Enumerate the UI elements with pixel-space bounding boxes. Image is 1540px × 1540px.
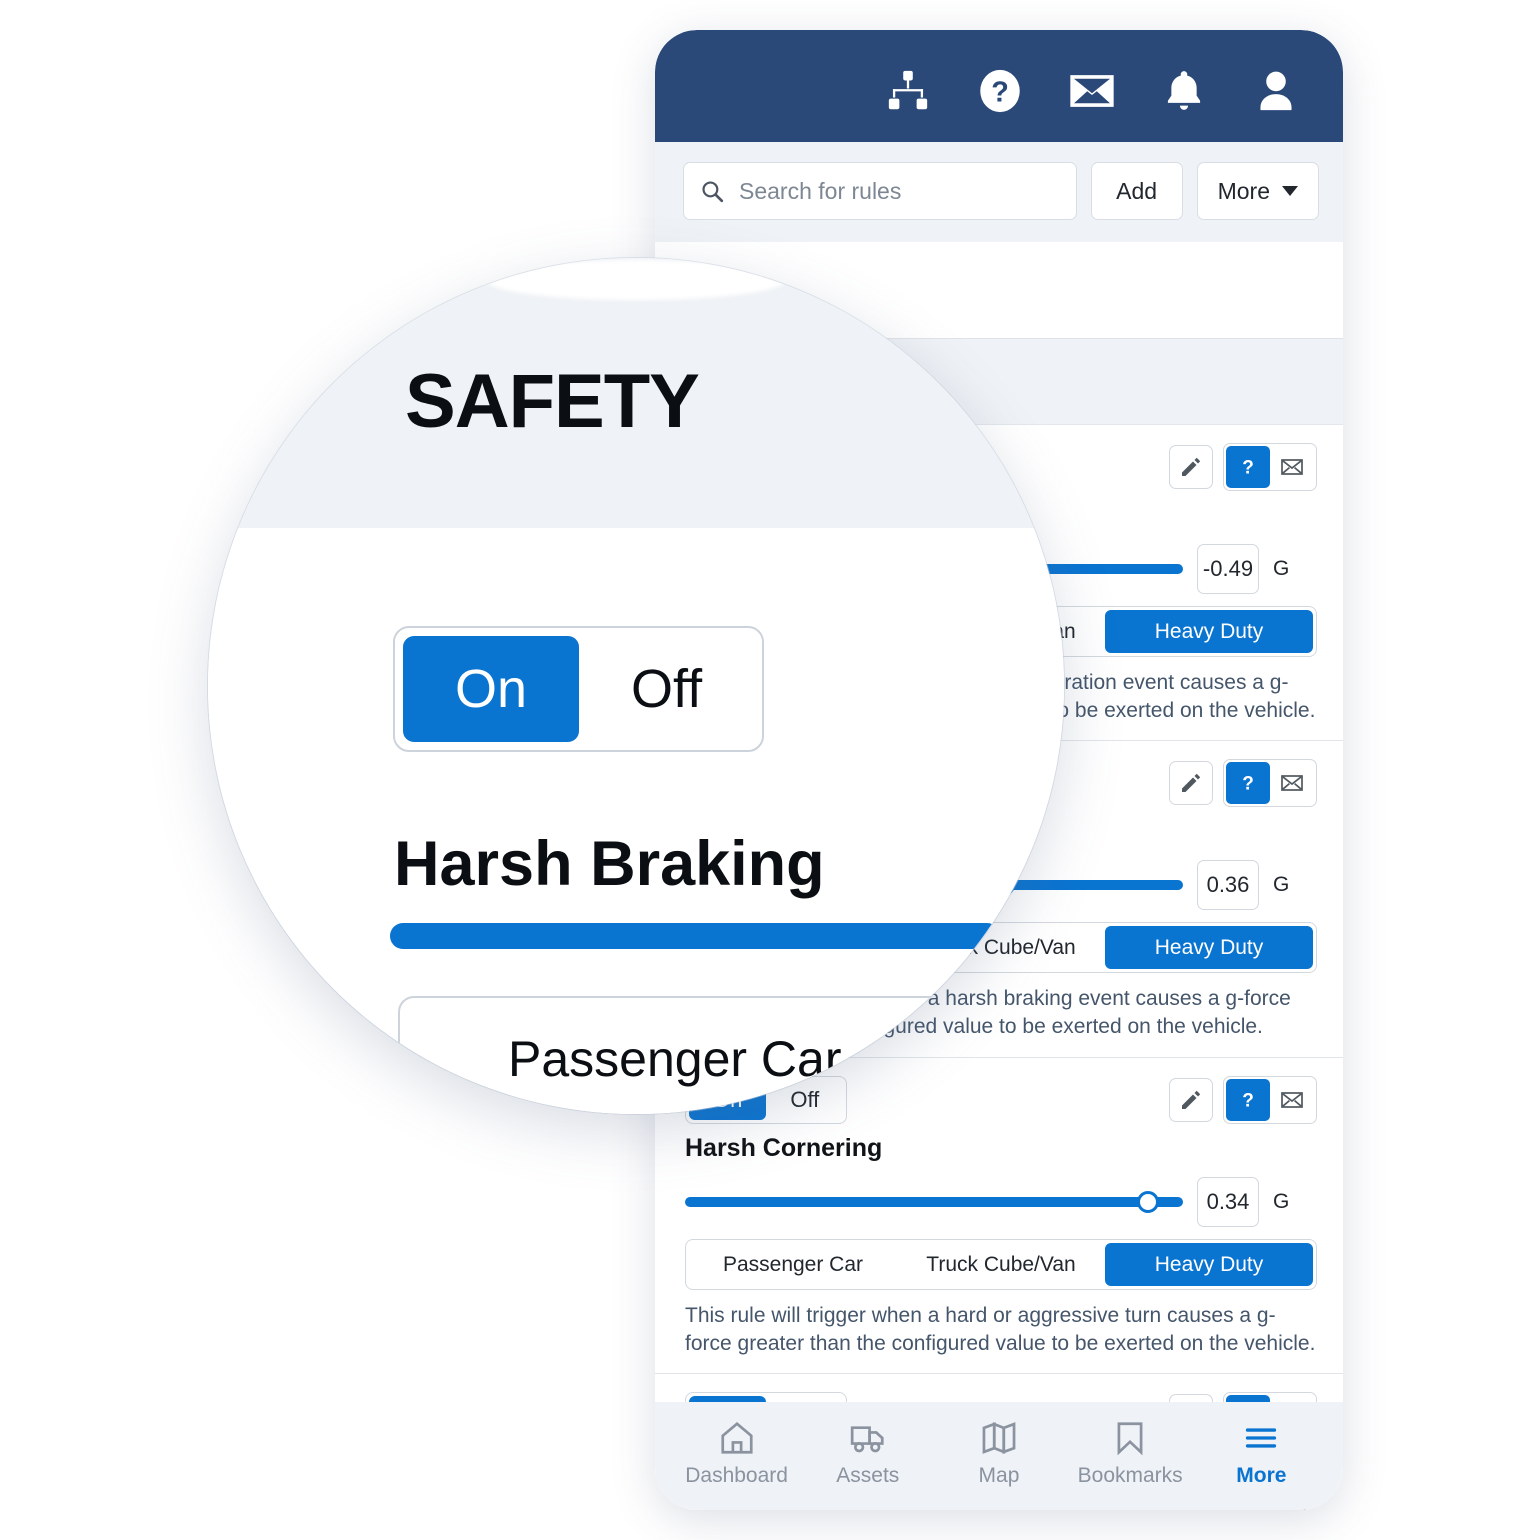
rule-description: This rule will trigger when a hard or ag… [685,1303,1316,1355]
gforce-value[interactable]: 0.34 [1197,1176,1259,1227]
vehicle-tab-heavy-duty[interactable]: Heavy Duty [1105,926,1313,970]
mail-icon [1280,455,1304,479]
gforce-value[interactable]: 0.36 [1197,860,1259,911]
vehicle-tab-truck-cube-van[interactable]: Truck Cube/Van [897,1243,1105,1286]
add-button-label: Add [1116,177,1158,204]
user-icon[interactable] [1253,68,1299,114]
help-icon: ? [1236,455,1260,479]
gforce-unit: G [1273,557,1290,580]
more-button-label: More [1217,177,1270,204]
svg-text:?: ? [1242,458,1254,479]
mail-icon[interactable] [1069,68,1115,114]
edit-button[interactable] [1169,1077,1213,1122]
rules-toolbar: Add More [655,142,1343,242]
search-input[interactable] [737,176,1060,206]
help-button[interactable]: ? [1226,446,1270,488]
pencil-icon [1179,1088,1203,1112]
gforce-unit: G [1273,1189,1290,1213]
edit-button[interactable] [1169,445,1213,489]
mail-icon [1280,1088,1304,1112]
nav-label: Assets [836,1463,900,1487]
nav-label: More [1236,1463,1287,1487]
vehicle-tab-heavy-duty[interactable]: Heavy Duty [1105,1242,1313,1286]
nav-item-map[interactable]: Map [937,1419,1061,1488]
email-button[interactable] [1270,446,1314,488]
svg-text:?: ? [1242,1090,1254,1111]
search-box[interactable] [683,162,1077,220]
toggle-on[interactable]: On [403,636,580,742]
help-button[interactable]: ? [1226,762,1270,805]
svg-text:?: ? [1242,774,1254,795]
bookmark-icon [1111,1419,1149,1457]
toggle-off[interactable]: Off [579,636,754,742]
svg-text:?: ? [991,76,1009,108]
nav-item-dashboard[interactable]: Dashboard [675,1419,799,1488]
search-icon [700,179,725,204]
rule-title: Harsh Cornering [685,1133,883,1162]
org-hierarchy-icon[interactable] [885,68,931,114]
nav-item-bookmarks[interactable]: Bookmarks [1068,1419,1192,1488]
magnified-vehicle-tabs[interactable]: Passenger Car [398,996,998,1114]
lens-rule-body: On Off Harsh Braking Passenger Car [208,528,1064,1114]
home-icon [718,1419,756,1457]
app-header: ? [655,30,1343,142]
map-icon [980,1419,1018,1457]
nav-label: Bookmarks [1077,1463,1183,1487]
nav-label: Map [978,1463,1020,1487]
slider-knob[interactable] [1137,1190,1160,1213]
page-title: SAFETY [405,359,700,444]
edit-button[interactable] [1169,761,1213,806]
vehicle-tab-heavy-duty[interactable]: Heavy Duty [1105,610,1313,653]
truck-icon [849,1419,887,1457]
nav-label: Dashboard [685,1463,788,1487]
vehicle-type-tabs[interactable]: Passenger Car Truck Cube/Van Heavy Duty [685,1238,1317,1290]
magnifier-lens: SAFETY On Off Harsh Braking Passenger Ca… [208,258,1064,1114]
bottom-navigation: Dashboard Assets Map Bookmarks More [655,1402,1343,1510]
gforce-value[interactable]: -0.49 [1197,544,1259,594]
pencil-icon [1179,771,1203,795]
magnified-rule-toggle[interactable]: On Off [393,626,765,752]
lens-section-header: SAFETY [208,258,1064,528]
add-button[interactable]: Add [1090,162,1183,220]
nav-item-assets[interactable]: Assets [806,1419,930,1488]
lens-glare [486,260,786,300]
help-icon[interactable]: ? [977,68,1023,114]
gforce-unit: G [1273,873,1290,897]
mail-icon [1280,771,1304,795]
email-button[interactable] [1270,762,1314,804]
chevron-down-icon [1282,186,1298,196]
help-icon: ? [1236,1088,1260,1112]
more-button[interactable]: More [1196,162,1319,220]
hamburger-icon [1242,1419,1280,1457]
vehicle-tab-passenger-car[interactable]: Passenger Car [508,1030,842,1088]
email-button[interactable] [1270,1079,1314,1121]
gforce-slider[interactable] [685,1190,1183,1213]
vehicle-tab-passenger-car[interactable]: Passenger Car [689,1243,897,1286]
pencil-icon [1179,455,1203,479]
magnified-rule-title: Harsh Braking [394,829,825,899]
magnified-slider[interactable] [390,923,1000,949]
help-icon: ? [1236,771,1260,795]
nav-item-more[interactable]: More [1199,1419,1323,1488]
bell-icon[interactable] [1161,68,1207,114]
help-button[interactable]: ? [1226,1078,1270,1121]
